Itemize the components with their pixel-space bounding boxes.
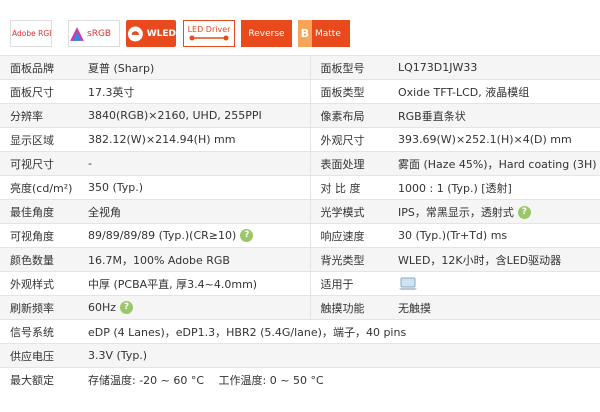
spec-label: 显示区域 bbox=[0, 127, 78, 152]
spec-label: 像素布局 bbox=[309, 103, 388, 128]
spec-value-with-help: 89/89/89/89 (Typ.)(CR≥10)? bbox=[78, 223, 310, 248]
table-row: 分辨率 3840(RGB)×2160, UHD, 255PPI 像素布局 RGB… bbox=[0, 103, 600, 128]
spec-value: 无触摸 bbox=[388, 295, 600, 320]
spec-label: 光学模式 bbox=[309, 199, 388, 224]
spec-value: 3.3V (Typ.) bbox=[78, 343, 600, 368]
srgb-badge: sRGB bbox=[68, 20, 120, 47]
feature-badges: Adobe RGB sRGB WLED LED Driver Reverse B… bbox=[0, 0, 600, 55]
reverse-badge: Reverse bbox=[241, 20, 292, 47]
table-row: 可视角度 89/89/89/89 (Typ.)(CR≥10)? 响应速度 30 … bbox=[0, 223, 600, 248]
spec-label: 背光类型 bbox=[309, 247, 388, 272]
spec-label: 外观样式 bbox=[0, 271, 78, 296]
table-row: 可视尺寸 - 表面处理 雾面 (Haze 45%)，Hard coating (… bbox=[0, 151, 600, 176]
spec-label: 信号系统 bbox=[0, 319, 78, 344]
spec-value: 30 (Typ.)(Tr+Td) ms bbox=[388, 223, 600, 248]
help-icon[interactable]: ? bbox=[517, 206, 531, 219]
spec-value: - bbox=[78, 151, 310, 176]
srgb-label: sRGB bbox=[87, 28, 112, 39]
spec-value: 雾面 (Haze 45%)，Hard coating (3H) bbox=[388, 151, 600, 176]
table-row: 面板品牌 夏普 (Sharp) 面板型号 LQ173D1JW33 bbox=[0, 55, 600, 80]
help-icon[interactable]: ? bbox=[240, 229, 254, 243]
spec-value: 393.69(W)×252.1(H)×4(D) mm bbox=[388, 127, 600, 152]
spec-value: 89/89/89/89 (Typ.)(CR≥10) bbox=[88, 228, 237, 242]
spec-value: LQ173D1JW33 bbox=[388, 55, 600, 80]
spec-value bbox=[388, 271, 600, 296]
table-row: 颜色数量 16.7M，100% Adobe RGB 背光类型 WLED，12K小… bbox=[0, 247, 600, 272]
spec-value: 1000 : 1 (Typ.) [透射] bbox=[388, 175, 600, 200]
table-row: 刷新频率 60Hz? 触摸功能 无触摸 bbox=[0, 295, 600, 320]
spec-label: 分辨率 bbox=[0, 103, 78, 128]
table-row: 显示区域 382.12(W)×214.94(H) mm 外观尺寸 393.69(… bbox=[0, 127, 600, 152]
wled-label: WLED bbox=[146, 28, 176, 39]
led-driver-label: LED Driver bbox=[187, 25, 231, 34]
wled-badge: WLED bbox=[126, 20, 176, 47]
spec-label: 可视角度 bbox=[0, 223, 78, 248]
reverse-label: Reverse bbox=[248, 28, 285, 39]
spec-label: 颜色数量 bbox=[0, 247, 78, 272]
table-row: 最佳角度 全视角 光学模式 IPS，常黑显示，透射式? bbox=[0, 199, 600, 224]
spec-label: 面板类型 bbox=[309, 79, 388, 104]
spec-value: 17.3英寸 bbox=[78, 79, 310, 104]
table-row: 外观样式 中厚 (PCBA平直, 厚3.4~4.0mm) 适用于 bbox=[0, 271, 600, 296]
led-bulb-icon bbox=[127, 26, 143, 41]
spec-value: 60Hz bbox=[88, 300, 117, 314]
spec-table: 面板品牌 夏普 (Sharp) 面板型号 LQ173D1JW33 面板尺寸 17… bbox=[0, 55, 600, 391]
spec-label: 响应速度 bbox=[309, 223, 388, 248]
adobe-rgb-label: Adobe RGB bbox=[12, 28, 52, 38]
spec-value: 382.12(W)×214.94(H) mm bbox=[78, 127, 310, 152]
spec-label: 最佳角度 bbox=[0, 199, 78, 224]
spec-value: 全视角 bbox=[78, 199, 310, 224]
spec-value: 16.7M，100% Adobe RGB bbox=[78, 247, 310, 272]
table-row: 亮度(cd/m²) 350 (Typ.) 对 比 度 1000 : 1 (Typ… bbox=[0, 175, 600, 200]
table-row: 面板尺寸 17.3英寸 面板类型 Oxide TFT-LCD, 液晶模组 bbox=[0, 79, 600, 104]
matte-label: Matte bbox=[315, 28, 341, 39]
table-row: 供应电压 3.3V (Typ.) bbox=[0, 343, 600, 368]
matte-b-mark: B bbox=[298, 20, 312, 47]
help-icon[interactable]: ? bbox=[120, 301, 134, 315]
spec-value: 中厚 (PCBA平直, 厚3.4~4.0mm) bbox=[78, 271, 310, 296]
adobe-rgb-badge: Adobe RGB bbox=[10, 20, 52, 47]
spec-label: 供应电压 bbox=[0, 343, 78, 368]
spec-value: 350 (Typ.) bbox=[78, 175, 310, 200]
spec-value-with-help: 60Hz? bbox=[78, 295, 310, 320]
color-triangle-icon bbox=[70, 26, 84, 41]
led-driver-badge: LED Driver bbox=[183, 20, 235, 47]
spec-value-with-help: IPS，常黑显示，透射式? bbox=[388, 199, 600, 224]
spec-value: 夏普 (Sharp) bbox=[78, 55, 310, 80]
spec-value: WLED，12K小时，含LED驱动器 bbox=[388, 247, 600, 272]
spec-label: 亮度(cd/m²) bbox=[0, 175, 78, 200]
spec-value: 3840(RGB)×2160, UHD, 255PPI bbox=[78, 103, 310, 128]
spec-label: 面板品牌 bbox=[0, 55, 78, 80]
spec-label: 外观尺寸 bbox=[309, 127, 388, 152]
spec-label: 面板型号 bbox=[309, 55, 388, 80]
spec-label: 表面处理 bbox=[309, 151, 388, 176]
spec-label: 可视尺寸 bbox=[0, 151, 78, 176]
table-row: 信号系统 eDP (4 Lanes)，eDP1.3，HBR2 (5.4G/lan… bbox=[0, 319, 600, 344]
spec-label: 触摸功能 bbox=[309, 295, 388, 320]
spec-value: RGB垂直条状 bbox=[388, 103, 600, 128]
spec-value: IPS，常黑显示，透射式 bbox=[398, 205, 514, 219]
table-row: 最大额定 存储温度: -20 ~ 60 °C 工作温度: 0 ~ 50 °C bbox=[0, 367, 600, 391]
spec-label: 对 比 度 bbox=[309, 175, 388, 200]
spec-label: 刷新频率 bbox=[0, 295, 78, 320]
spec-label: 面板尺寸 bbox=[0, 79, 78, 104]
driver-connector-icon bbox=[189, 35, 229, 41]
spec-value: 存储温度: -20 ~ 60 °C 工作温度: 0 ~ 50 °C bbox=[78, 367, 600, 391]
matte-badge: B Matte bbox=[298, 20, 350, 47]
spec-label: 适用于 bbox=[309, 271, 388, 296]
laptop-icon bbox=[399, 277, 417, 290]
spec-label: 最大额定 bbox=[0, 367, 78, 391]
spec-value: eDP (4 Lanes)，eDP1.3，HBR2 (5.4G/lane)，端子… bbox=[78, 319, 600, 344]
spec-value: Oxide TFT-LCD, 液晶模组 bbox=[388, 79, 600, 104]
